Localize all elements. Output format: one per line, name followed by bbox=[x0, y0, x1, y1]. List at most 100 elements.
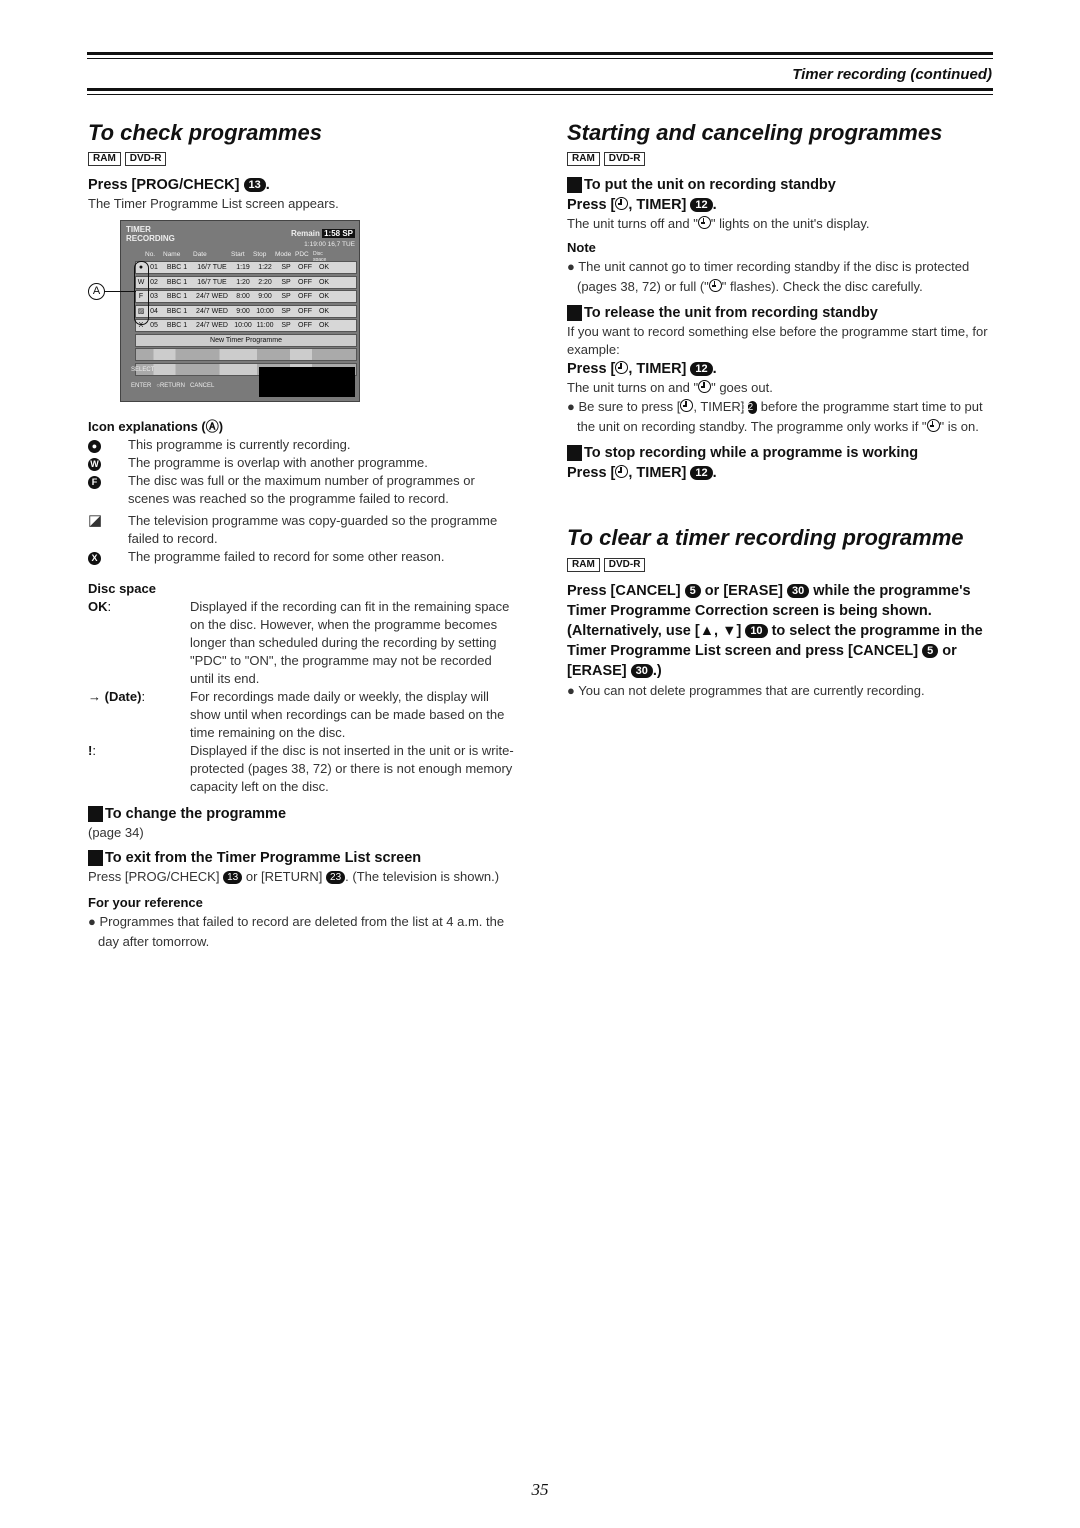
badge-dvd-r: DVD-R bbox=[603, 152, 646, 167]
button-number-badge: 13 bbox=[223, 871, 243, 885]
button-number-badge: 12 bbox=[690, 466, 713, 481]
running-head: Timer recording (continued) bbox=[792, 66, 992, 83]
square-bullet-icon bbox=[88, 806, 103, 823]
button-number-badge: 23 bbox=[326, 871, 346, 885]
programme-row[interactable]: ● 01 BBC 1 16/7 TUE 1:19 1:22 SP OFF OK bbox=[135, 261, 357, 274]
programme-start: 1:19 bbox=[236, 264, 250, 271]
programme-space: OK bbox=[318, 264, 330, 271]
programme-mode: SP bbox=[281, 322, 291, 329]
timer-clock-icon bbox=[680, 399, 694, 413]
programme-date: 24/7 WED bbox=[196, 307, 228, 315]
disc-badges: RAM DVD-R bbox=[567, 557, 997, 572]
disc-badges: RAM DVD-R bbox=[567, 152, 997, 167]
disc-full-f-icon: F bbox=[88, 476, 101, 490]
header-rule-top bbox=[87, 52, 993, 55]
preview-window bbox=[259, 367, 355, 397]
badge-ram: RAM bbox=[567, 152, 600, 167]
programme-row[interactable]: W 02 BBC 1 16/7 TUE 1:20 2:20 SP OFF OK bbox=[135, 275, 357, 289]
timer-programme-list-screen: TIMER RECORDING Remain 1:58 SP 1:19:00 16… bbox=[120, 220, 360, 402]
programme-stop: 10:00 bbox=[256, 307, 274, 315]
timer-clock-icon bbox=[615, 465, 629, 479]
programme-stop: 1:22 bbox=[258, 264, 272, 271]
release-result: The unit turns on and " " goes out. bbox=[567, 380, 773, 396]
programme-mode: SP bbox=[281, 293, 291, 300]
programme-space: OK bbox=[318, 278, 330, 286]
programme-mode: SP bbox=[281, 278, 291, 286]
programme-mode: SP bbox=[281, 307, 291, 315]
programme-row[interactable]: ▨ 04 BBC 1 24/7 WED 9:00 10:00 SP OFF OK bbox=[135, 304, 357, 318]
programme-space: OK bbox=[318, 322, 330, 329]
square-bullet-icon bbox=[567, 177, 582, 194]
release-desc: If you want to record something else bef… bbox=[567, 324, 988, 358]
programme-no: 05 bbox=[150, 322, 158, 329]
programme-mode: SP bbox=[281, 264, 291, 271]
programme-space: OK bbox=[318, 307, 330, 315]
icon-column-callout bbox=[134, 261, 149, 325]
copy-guard-icon: ◪ bbox=[88, 512, 103, 530]
badge-dvd-r: DVD-R bbox=[603, 557, 646, 572]
header-rule-bottom-thin bbox=[87, 94, 993, 95]
square-bullet-icon bbox=[567, 305, 582, 322]
programme-date: 24/7 WED bbox=[196, 293, 228, 300]
button-number-badge: 12 bbox=[690, 362, 713, 377]
icon-explanations-heading: Icon explanations (Ⓐ) bbox=[88, 419, 224, 435]
programme-pdc: OFF bbox=[298, 293, 312, 300]
programme-pdc: OFF bbox=[298, 278, 312, 286]
programme-date: 24/7 WED bbox=[196, 322, 228, 329]
programme-name: BBC 1 bbox=[166, 293, 188, 300]
note-heading: Note bbox=[567, 240, 596, 256]
clear-instruction: Press [CANCEL] 5 or [ERASE] 30 while the… bbox=[567, 582, 971, 619]
screen-title: TIMER RECORDING bbox=[126, 225, 175, 243]
callout-line bbox=[104, 291, 136, 292]
release-heading: To release the unit from recording stand… bbox=[567, 303, 997, 323]
button-number-badge: 13 bbox=[243, 178, 266, 193]
exit-list-text: Press [PROG/CHECK] 13 or [RETURN] 23. (T… bbox=[88, 869, 500, 885]
icon-explanation-item: ◪ The television programme was copy-guard… bbox=[88, 512, 498, 547]
programme-date: 16/7 TUE bbox=[197, 264, 227, 271]
timer-clock-icon bbox=[926, 419, 940, 433]
programme-pdc: OFF bbox=[298, 322, 312, 329]
section-title-clear: To clear a timer recording programme bbox=[567, 525, 964, 551]
programme-name: BBC 1 bbox=[166, 264, 188, 271]
square-bullet-icon bbox=[567, 445, 582, 462]
disc-space-item: OK: Displayed if the recording can fit in… bbox=[88, 599, 510, 687]
timer-clock-icon bbox=[697, 216, 711, 230]
clear-alternative: (Alternatively, use [▲, ▼] 10 to select … bbox=[567, 622, 983, 679]
programme-pdc: OFF bbox=[298, 307, 312, 315]
button-number-badge: 5 bbox=[922, 643, 939, 658]
new-timer-programme-row[interactable]: New Timer Programme bbox=[135, 333, 357, 347]
programme-date: 16/7 TUE bbox=[197, 278, 227, 286]
callout-marker-a: A bbox=[88, 283, 105, 300]
reference-bullet: ● Programmes that failed to record are d… bbox=[88, 914, 505, 950]
programme-stop: 11:00 bbox=[256, 322, 274, 329]
press-result: The Timer Programme List screen appears. bbox=[88, 196, 339, 212]
programme-stop: 2:20 bbox=[258, 278, 272, 286]
remain-indicator: Remain 1:58 SP bbox=[290, 229, 355, 238]
programme-start: 10:00 bbox=[234, 322, 252, 329]
standby-heading: To put the unit on recording standby bbox=[567, 175, 997, 195]
screen-clock: 1:19:00 16,7 TUE bbox=[304, 241, 355, 248]
programme-row[interactable]: F 03 BBC 1 24/7 WED 8:00 9:00 SP OFF OK bbox=[135, 290, 357, 303]
button-number-badge: 5 bbox=[684, 583, 701, 598]
clear-bullet: ● You can not delete programmes that are… bbox=[567, 682, 925, 698]
icon-explanation-item: X The programme failed to record for some… bbox=[88, 548, 518, 566]
press-prog-check: Press [PROG/CHECK] 13. bbox=[88, 177, 270, 194]
programme-pdc: OFF bbox=[298, 264, 312, 271]
failed-x-icon: X bbox=[88, 552, 101, 566]
change-programme-heading: To change the programme bbox=[88, 804, 518, 824]
square-bullet-icon bbox=[88, 850, 103, 867]
programme-row[interactable]: X 05 BBC 1 24/7 WED 10:00 11:00 SP OFF OK bbox=[135, 319, 357, 332]
badge-dvd-r: DVD-R bbox=[124, 152, 167, 167]
icon-explanation-item: W The programme is overlap with another p… bbox=[88, 454, 518, 472]
press-timer: Press [, TIMER] 12. bbox=[567, 361, 717, 378]
button-number-badge: 12 bbox=[742, 401, 758, 415]
reference-heading: For your reference bbox=[88, 895, 203, 911]
timer-clock-icon bbox=[615, 197, 629, 211]
overlap-w-icon: W bbox=[88, 458, 101, 472]
button-number-badge: 12 bbox=[690, 198, 713, 213]
programme-start: 8:00 bbox=[236, 293, 250, 300]
programme-space: OK bbox=[318, 293, 330, 300]
standby-desc: The unit turns off and " " lights on the … bbox=[567, 216, 870, 232]
programme-name: BBC 1 bbox=[166, 322, 188, 329]
programme-table: ● 01 BBC 1 16/7 TUE 1:19 1:22 SP OFF OK W 02 BBC 11… bbox=[135, 261, 357, 377]
